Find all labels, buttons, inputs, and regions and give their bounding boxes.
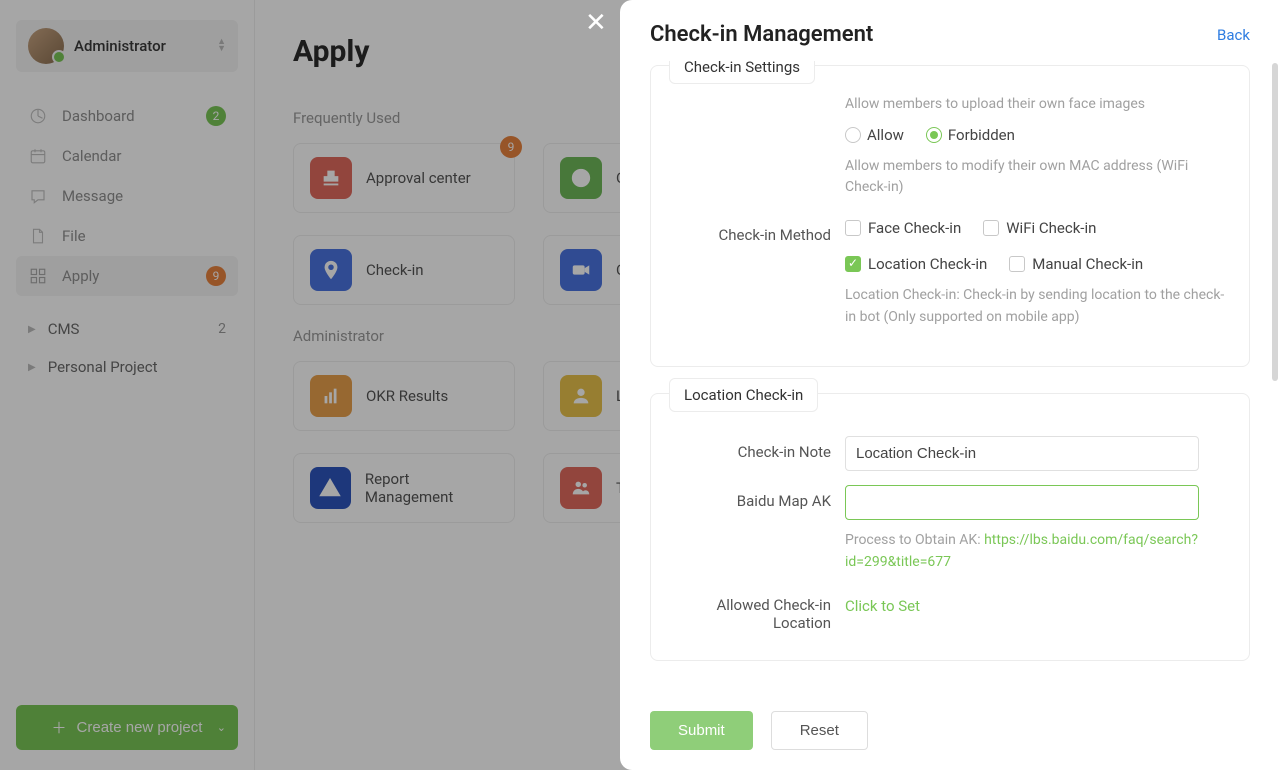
radio-forbidden[interactable]: Forbidden — [926, 126, 1015, 144]
allowed-label: Allowed Check-in Location — [675, 596, 845, 632]
drawer: ✕ Check-in Management Back Check-in Sett… — [620, 0, 1280, 770]
radio-allow[interactable]: Allow — [845, 126, 904, 144]
check-location[interactable]: Location Check-in — [845, 255, 987, 273]
scrollbar[interactable] — [1270, 63, 1278, 693]
panel-title: Check-in Settings — [669, 61, 815, 84]
back-link[interactable]: Back — [1217, 26, 1250, 44]
panel-location-checkin: Location Check-in Check-in Note Baidu Ma… — [650, 393, 1250, 660]
method-label: Check-in Method — [675, 219, 845, 328]
mac-hint: Allow members to modify their own MAC ad… — [845, 156, 1225, 199]
location-hint: Location Check-in: Check-in by sending l… — [845, 285, 1225, 328]
ak-label: Baidu Map AK — [675, 485, 845, 573]
panel-checkin-settings: Check-in Settings Allow members to uploa… — [650, 65, 1250, 367]
check-label: Manual Check-in — [1032, 255, 1143, 273]
drawer-body[interactable]: Check-in Settings Allow members to uploa… — [620, 61, 1280, 695]
submit-button[interactable]: Submit — [650, 711, 753, 750]
scroll-thumb[interactable] — [1272, 63, 1278, 381]
ak-hint-prefix: Process to Obtain AK: — [845, 532, 984, 548]
click-to-set[interactable]: Click to Set — [845, 597, 920, 615]
reset-button[interactable]: Reset — [771, 711, 868, 750]
check-label: Location Check-in — [868, 255, 987, 273]
check-label: Face Check-in — [868, 219, 961, 237]
drawer-title: Check-in Management — [650, 22, 873, 47]
check-face[interactable]: Face Check-in — [845, 219, 961, 237]
close-icon[interactable]: ✕ — [585, 8, 607, 38]
drawer-header: Check-in Management Back — [620, 0, 1280, 61]
radio-label: Forbidden — [948, 126, 1015, 144]
check-manual[interactable]: Manual Check-in — [1009, 255, 1143, 273]
check-label: WiFi Check-in — [1006, 219, 1096, 237]
panel-title: Location Check-in — [669, 378, 818, 412]
check-wifi[interactable]: WiFi Check-in — [983, 219, 1096, 237]
baidu-ak-input[interactable] — [845, 485, 1199, 520]
checkin-note-input[interactable] — [845, 436, 1199, 471]
radio-label: Allow — [867, 126, 904, 144]
face-upload-hint: Allow members to upload their own face i… — [845, 94, 1225, 116]
note-label: Check-in Note — [675, 436, 845, 471]
drawer-footer: Submit Reset — [620, 695, 1280, 770]
